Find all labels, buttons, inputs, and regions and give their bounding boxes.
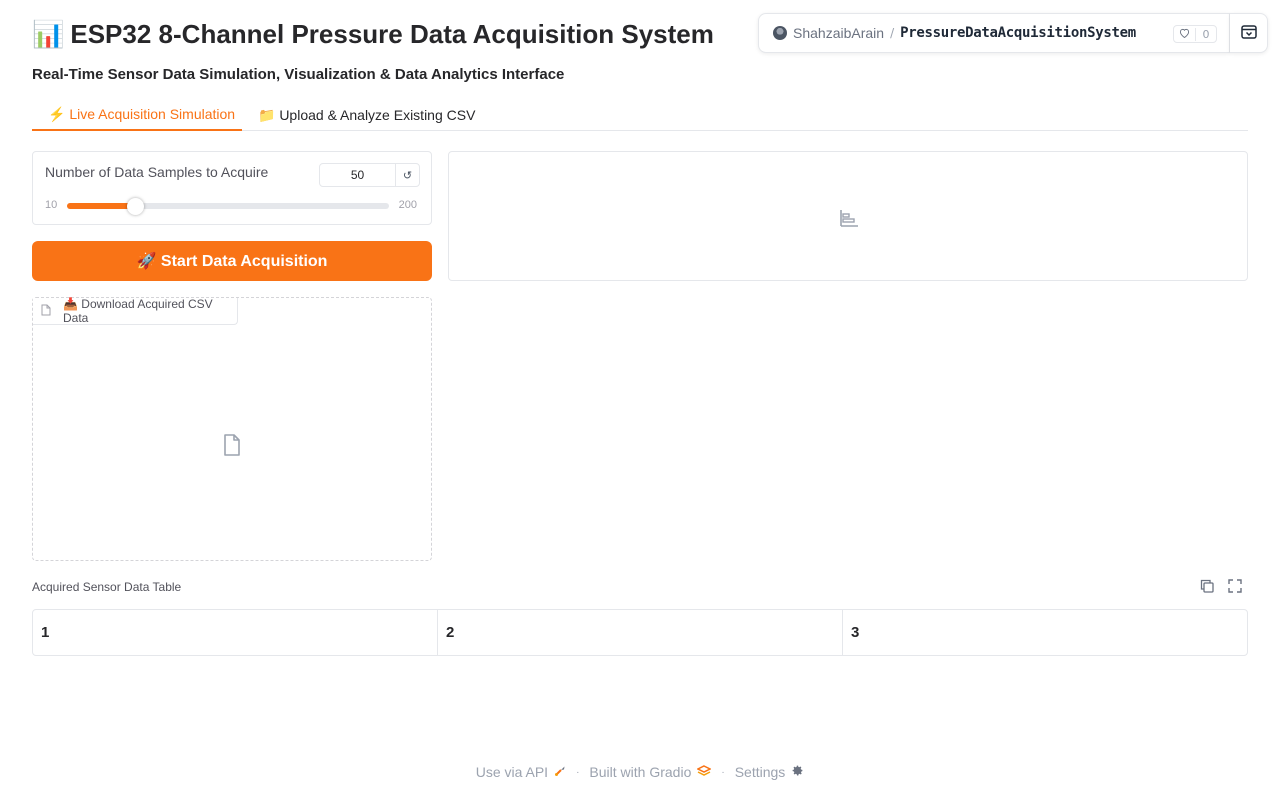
samples-number-input[interactable] bbox=[319, 163, 396, 187]
copy-icon bbox=[1200, 578, 1214, 597]
file-component-label: 📥 Download Acquired CSV Data bbox=[33, 297, 238, 325]
built-with-gradio-link[interactable]: Built with Gradio bbox=[589, 764, 713, 780]
built-with-label: Built with Gradio bbox=[589, 764, 692, 780]
reset-icon: ↺ bbox=[402, 168, 413, 182]
footer-separator: · bbox=[576, 766, 580, 778]
expand-button[interactable] bbox=[1230, 13, 1268, 53]
slider-max-label: 200 bbox=[398, 199, 417, 211]
expand-icon bbox=[1240, 24, 1257, 43]
file-placeholder-icon bbox=[223, 434, 241, 460]
slider-min-label: 10 bbox=[45, 199, 58, 211]
file-label-text: 📥 Download Acquired CSV Data bbox=[63, 297, 213, 325]
slider-track[interactable] bbox=[67, 198, 389, 215]
like-count: 0 bbox=[1202, 27, 1210, 41]
copy-button[interactable] bbox=[1200, 578, 1214, 597]
rocket-icon bbox=[554, 764, 566, 780]
reset-button[interactable]: ↺ bbox=[395, 163, 420, 187]
space-repo-link[interactable]: PressureDataAcquisitionSystem bbox=[900, 25, 1136, 41]
tab-upload-csv[interactable]: 📁 Upload & Analyze Existing CSV bbox=[258, 100, 475, 131]
file-icon bbox=[41, 304, 51, 319]
sensor-data-table[interactable]: 1 2 3 bbox=[32, 609, 1248, 656]
user-avatar[interactable] bbox=[773, 26, 787, 40]
footer: Use via API · Built with Gradio · Settin… bbox=[0, 764, 1280, 780]
start-acquisition-button[interactable]: 🚀 Start Data Acquisition bbox=[32, 241, 432, 281]
settings-link[interactable]: Settings bbox=[735, 764, 805, 780]
space-owner-link[interactable]: ShahzaibArain bbox=[793, 25, 884, 41]
page-title-text: ESP32 8-Channel Pressure Data Acquisitio… bbox=[70, 18, 714, 49]
gradio-logo-icon bbox=[696, 764, 713, 780]
tab-bar: ⚡ Live Acquisition Simulation 📁 Upload &… bbox=[32, 100, 1248, 131]
path-separator: / bbox=[890, 26, 895, 40]
samples-slider-card: Number of Data Samples to Acquire ↺ 10 2… bbox=[32, 151, 432, 225]
chart-emoji-icon: 📊 bbox=[32, 18, 65, 49]
tab-live-acquisition[interactable]: ⚡ Live Acquisition Simulation bbox=[32, 100, 242, 131]
page-title: 📊 ESP32 8-Channel Pressure Data Acquisit… bbox=[32, 16, 714, 52]
plot-output bbox=[448, 151, 1248, 281]
like-button[interactable]: 0 bbox=[1173, 25, 1217, 43]
slider-thumb[interactable] bbox=[126, 198, 144, 215]
fullscreen-button[interactable] bbox=[1228, 578, 1242, 597]
csv-download-box[interactable]: 📥 Download Acquired CSV Data bbox=[32, 297, 432, 561]
space-header-badge: ShahzaibArain / PressureDataAcquisitionS… bbox=[758, 13, 1230, 53]
use-via-api-label: Use via API bbox=[475, 764, 549, 780]
gear-icon bbox=[791, 764, 804, 780]
bar-chart-icon bbox=[839, 208, 859, 232]
slider-label: Number of Data Samples to Acquire bbox=[45, 164, 269, 180]
table-header-cell[interactable]: 2 bbox=[438, 610, 843, 655]
table-toolbar bbox=[1200, 578, 1242, 597]
table-label: Acquired Sensor Data Table bbox=[32, 580, 182, 594]
slider-fill bbox=[67, 203, 135, 209]
settings-label: Settings bbox=[734, 764, 786, 780]
table-header-cell[interactable]: 1 bbox=[33, 610, 438, 655]
table-header-cell[interactable]: 3 bbox=[843, 610, 1247, 655]
use-via-api-link[interactable]: Use via API bbox=[476, 764, 566, 780]
fullscreen-icon bbox=[1228, 578, 1242, 597]
footer-separator: · bbox=[721, 766, 725, 778]
heart-icon bbox=[1174, 27, 1196, 41]
page-subtitle: Real-Time Sensor Data Simulation, Visual… bbox=[32, 66, 565, 83]
